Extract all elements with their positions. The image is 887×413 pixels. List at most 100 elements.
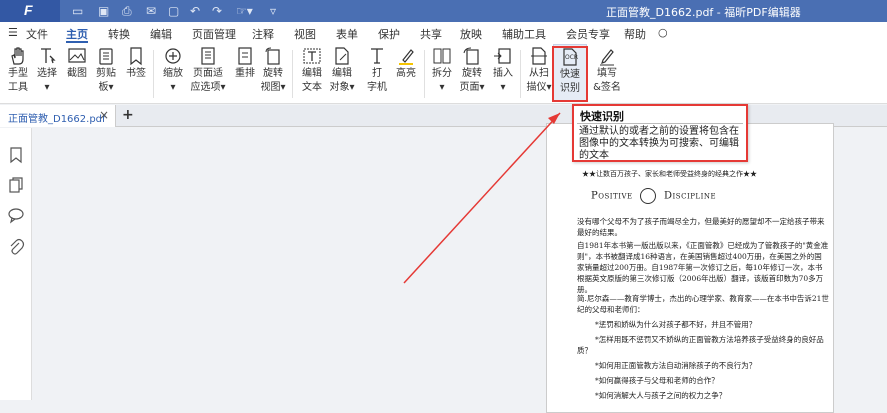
menu-bar: ☰ 文件 主页 转换 编辑 页面管理 注释 视图 表单 保护 共享 放映 辅助工…	[0, 22, 887, 44]
highlight-pen-icon	[399, 49, 414, 65]
document-tab-title: 正面管教_D1662.pdf	[8, 114, 106, 125]
edit-object-label-1: 编辑	[332, 68, 352, 79]
typewriter-icon	[371, 48, 383, 64]
pages-panel-icon[interactable]	[7, 176, 25, 194]
page-question-1: *惩罚和娇纵为什么对孩子都不好，并且不管用？	[595, 320, 757, 329]
rotate-page-button[interactable]: 旋转 页面▾	[455, 46, 489, 94]
tooltip-title: 快速识别	[580, 110, 624, 123]
zoom-in-icon	[165, 48, 181, 64]
customize-icon[interactable]: ▿	[270, 3, 276, 19]
navigation-sidebar	[0, 128, 32, 400]
menu-protect[interactable]: 保护	[378, 26, 400, 42]
zoom-label-1: 缩放	[163, 68, 183, 79]
page-fit-label-2: 应选项▾	[190, 82, 226, 93]
redo-icon[interactable]: ↷	[212, 3, 222, 19]
insert-button[interactable]: 插入 ▾	[486, 46, 520, 94]
split-icon	[433, 48, 451, 64]
from-scanner-label-1: 从扫	[529, 68, 549, 79]
menu-file[interactable]: 文件	[26, 26, 48, 42]
split-button[interactable]: 拆分 ▾	[425, 46, 459, 94]
rotate-view-icon	[265, 47, 280, 65]
clipboard-button[interactable]: 剪贴 板▾	[89, 46, 123, 94]
menu-accessibility[interactable]: 辅助工具	[502, 26, 546, 42]
save-icon[interactable]: ▣	[98, 3, 109, 19]
split-label-2: ▾	[439, 82, 445, 93]
logo-word-discipline: Discipline	[664, 190, 717, 202]
highlight-label: 高亮	[396, 68, 416, 79]
title-bar: F ▭ ▣ ⎙ ✉ ▢ ↶ ↷ ☞▾ ▿ 正面管教_D1662.pdf - 福昕…	[0, 0, 887, 22]
bookmark-panel-icon[interactable]	[7, 146, 25, 164]
ribbon-toolbar: 手型 工具 选择 ▾ 截图 剪贴 板▾ 书签 缩放 ▾ 页面适 应选项▾ 重排 …	[0, 44, 887, 104]
clipboard-label-2: 板▾	[98, 82, 114, 93]
hand-icon	[11, 47, 24, 65]
print-icon[interactable]: ⎙	[122, 3, 132, 19]
mail-icon[interactable]: ✉	[146, 3, 156, 19]
new-page-icon[interactable]: ▢	[168, 3, 179, 19]
page-fit-icon	[201, 47, 215, 65]
from-scanner-button[interactable]: 从扫 描仪▾	[522, 46, 556, 94]
sign-pen-icon	[600, 49, 614, 66]
menu-edit[interactable]: 编辑	[150, 26, 172, 42]
image-icon	[68, 48, 86, 63]
ribbon-separator	[153, 50, 154, 98]
page-question-4: *如何赢得孩子与父母和老师的合作？	[595, 376, 719, 385]
close-tab-icon[interactable]: ×	[99, 108, 109, 122]
select-label-1: 选择	[37, 68, 57, 79]
clipboard-icon	[99, 48, 113, 65]
menu-icon[interactable]: ☰	[8, 26, 18, 39]
highlight-button[interactable]: 高亮	[389, 46, 423, 80]
scanner-icon	[531, 47, 547, 65]
menu-share[interactable]: 共享	[420, 26, 442, 42]
page-fit-button[interactable]: 页面适 应选项▾	[188, 46, 228, 94]
search-icon[interactable]: ○	[658, 26, 668, 39]
rotate-page-label-1: 旋转	[462, 68, 482, 79]
menu-view[interactable]: 视图	[294, 26, 316, 42]
menu-present[interactable]: 放映	[460, 26, 482, 42]
tooltip-body: 通过默认的或者之前的设置将包含在图像中的文本转换为可搜索、可编辑的文本	[579, 126, 739, 161]
menu-form[interactable]: 表单	[336, 26, 358, 42]
page-header-line: ★★让数百万孩子、家长和老师受益终身的经典之作★★	[582, 170, 757, 178]
logo-emblem-icon	[640, 188, 657, 204]
menu-convert[interactable]: 转换	[108, 26, 130, 42]
bookmark-label: 书签	[126, 68, 146, 79]
fill-sign-button[interactable]: 填写 &签名	[590, 46, 624, 94]
split-label-1: 拆分	[432, 68, 452, 79]
new-tab-button[interactable]: +	[122, 107, 134, 123]
text-cursor-icon	[41, 48, 56, 64]
select-button[interactable]: 选择 ▾	[30, 46, 64, 94]
ribbon-separator	[520, 50, 521, 98]
app-logo: F	[0, 0, 60, 22]
edit-object-icon	[335, 47, 349, 65]
undo-icon[interactable]: ↶	[190, 3, 200, 19]
open-folder-icon[interactable]: ▭	[72, 3, 83, 19]
edit-text-button[interactable]: 编辑 文本	[295, 46, 329, 94]
insert-label-1: 插入	[493, 68, 513, 79]
hand-select-icon[interactable]: ☞▾	[236, 3, 253, 19]
document-tab[interactable]: 正面管教_D1662.pdf ×	[0, 105, 116, 127]
menu-vip[interactable]: 会员专享	[566, 26, 610, 42]
select-label-2: ▾	[44, 82, 50, 93]
menu-page-manage[interactable]: 页面管理	[192, 26, 236, 42]
page-question-5: *如何消解大人与孩子之间的权力之争？	[595, 391, 727, 400]
pdf-page: ★★让数百万孩子、家长和老师受益终身的经典之作★★ Positive Disci…	[546, 123, 834, 413]
clipboard-label-1: 剪贴	[96, 68, 116, 79]
logo-word-positive: Positive	[591, 190, 633, 202]
page-fit-label-1: 页面适	[193, 68, 223, 79]
rotate-view-label-1: 旋转	[263, 68, 283, 79]
edit-text-icon	[303, 48, 321, 64]
rotate-view-label-2: 视图▾	[260, 82, 286, 93]
menu-comment[interactable]: 注释	[252, 26, 274, 42]
active-menu-indicator	[66, 41, 88, 43]
menu-home[interactable]: 主页	[66, 26, 88, 42]
fill-sign-label-1: 填写	[597, 68, 617, 79]
attachments-panel-icon[interactable]	[7, 238, 25, 256]
edit-object-button[interactable]: 编辑 对象▾	[325, 46, 359, 94]
quick-ocr-tooltip: 快速识别 通过默认的或者之前的设置将包含在图像中的文本转换为可搜索、可编辑的文本	[572, 104, 748, 162]
menu-help[interactable]: 帮助	[624, 26, 646, 42]
comments-panel-icon[interactable]	[7, 206, 25, 224]
zoom-button[interactable]: 缩放 ▾	[156, 46, 190, 94]
bookmark-icon	[130, 47, 142, 66]
bookmark-button[interactable]: 书签	[119, 46, 153, 80]
zoom-label-2: ▾	[170, 82, 176, 93]
rotate-view-button[interactable]: 旋转 视图▾	[256, 46, 290, 94]
